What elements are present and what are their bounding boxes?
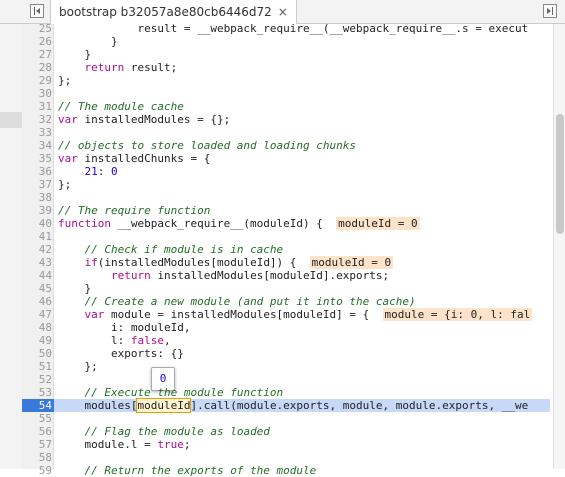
line-number[interactable]: 58	[22, 451, 52, 464]
code-line: result = __webpack_require__(__webpack_r…	[58, 22, 529, 35]
line-number[interactable]: 37	[22, 178, 52, 191]
active-breakpoint-line-number[interactable]: 54	[22, 399, 54, 412]
line-number[interactable]: 49	[22, 334, 52, 347]
line-number[interactable]: 38	[22, 191, 52, 204]
line-number[interactable]: 34	[22, 139, 52, 152]
code-line: };	[58, 360, 98, 373]
line-number[interactable]: 27	[22, 48, 52, 61]
code-line: module.l = true;	[58, 438, 191, 451]
line-number[interactable]: 42	[22, 243, 52, 256]
line-number[interactable]: 51	[22, 360, 52, 373]
line-number[interactable]: 29	[22, 74, 52, 87]
code-line: // The module cache	[58, 100, 184, 113]
code-line: // The require function	[58, 204, 211, 217]
code-line: exports: {}	[58, 347, 184, 360]
line-number[interactable]: 32	[22, 113, 52, 126]
code-line: // Check if module is in cache	[84, 243, 284, 256]
code-line: l: false,	[58, 334, 171, 347]
line-number[interactable]: 28	[22, 61, 52, 74]
close-tab-icon[interactable]: ×	[278, 5, 288, 19]
code-line: var installedModules = {};	[58, 113, 231, 126]
code-line: }	[58, 35, 118, 48]
code-line: // Create a new module (and put it into …	[84, 295, 416, 308]
line-number[interactable]: 59	[22, 464, 52, 477]
line-number[interactable]: 41	[22, 230, 52, 243]
line-number[interactable]: 46	[22, 295, 52, 308]
line-number[interactable]: 39	[22, 204, 52, 217]
line-number[interactable]: 44	[22, 269, 52, 282]
code-line: };	[58, 178, 72, 191]
code-line: return installedModules[moduleId].export…	[110, 269, 390, 282]
code-line: // objects to store loaded and loading c…	[58, 139, 357, 152]
sidebar-marker	[0, 112, 22, 128]
line-number[interactable]: 30	[22, 87, 52, 100]
code-line: i: moduleId,	[58, 321, 191, 334]
line-number[interactable]: 33	[22, 126, 52, 139]
code-line: function __webpack_require__(moduleId) {…	[58, 217, 420, 230]
line-number[interactable]: 40	[22, 217, 52, 230]
toggle-debugger-icon[interactable]	[543, 4, 557, 18]
toggle-navigator-icon[interactable]	[30, 4, 44, 18]
line-number[interactable]: 45	[22, 282, 52, 295]
line-number[interactable]: 25	[22, 22, 52, 35]
line-number[interactable]: 26	[22, 35, 52, 48]
code-line: }	[58, 48, 92, 61]
left-sidebar-strip	[0, 24, 22, 469]
code-line: var installedChunks = {	[58, 152, 211, 165]
code-line: // Execute the module function	[84, 386, 284, 399]
code-line: // Return the exports of the module	[84, 464, 317, 477]
code-line: 21: 0	[84, 165, 118, 178]
code-line: var module = installedModules[moduleId] …	[84, 308, 533, 321]
code-line: // Flag the module as loaded	[84, 425, 270, 438]
line-number[interactable]: 57	[22, 438, 52, 451]
line-number[interactable]: 47	[22, 308, 52, 321]
line-number[interactable]: 50	[22, 347, 52, 360]
code-line: };	[58, 74, 72, 87]
line-number[interactable]: 53	[22, 386, 52, 399]
line-number[interactable]: 52	[22, 373, 52, 386]
line-number[interactable]: 36	[22, 165, 52, 178]
code-line: return result;	[84, 61, 178, 74]
editor-tab-bar: bootstrap b32057a8e80cb6446d72 ×	[0, 0, 565, 24]
code-line: if(installedModules[moduleId]) { moduleI…	[84, 256, 394, 269]
line-number[interactable]: 31	[22, 100, 52, 113]
line-number[interactable]: 56	[22, 425, 52, 438]
line-number[interactable]: 43	[22, 256, 52, 269]
line-number[interactable]: 55	[22, 412, 52, 425]
code-line: modules[moduleId].call(module.exports, m…	[58, 398, 529, 413]
file-tab-label: bootstrap b32057a8e80cb6446d72	[59, 5, 272, 19]
line-number[interactable]: 48	[22, 321, 52, 334]
file-tab[interactable]: bootstrap b32057a8e80cb6446d72 ×	[50, 0, 297, 24]
line-number[interactable]: 35	[22, 152, 52, 165]
code-line: }	[58, 282, 92, 295]
